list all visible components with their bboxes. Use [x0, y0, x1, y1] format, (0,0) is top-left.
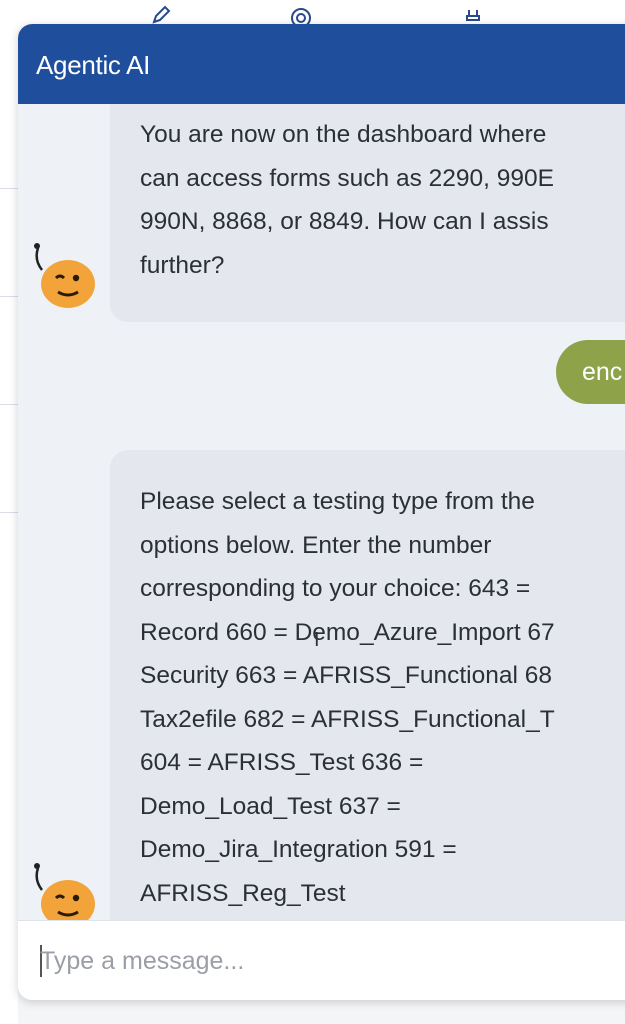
divider — [0, 188, 18, 189]
chat-window: Agentic AI You are now on the dashboard … — [18, 24, 625, 1000]
bot-message: You are now on the dashboard where can a… — [110, 104, 625, 322]
bot-avatar-icon — [34, 243, 95, 308]
divider — [0, 404, 18, 405]
message-input[interactable] — [40, 941, 620, 981]
pen-icon[interactable] — [150, 4, 172, 26]
divider — [0, 512, 18, 513]
background-sidebar — [0, 30, 18, 1024]
chat-title: Agentic AI — [36, 50, 151, 80]
divider — [0, 296, 18, 297]
message-composer — [18, 920, 625, 1000]
app-page: Agentic AI You are now on the dashboard … — [0, 0, 625, 1024]
plug-icon[interactable] — [462, 4, 484, 26]
target-icon[interactable] — [290, 4, 312, 26]
bot-message: Please select a testing type from the op… — [110, 450, 625, 920]
user-message: enc — [556, 340, 625, 404]
bot-avatar-icon — [34, 863, 95, 920]
chat-header: Agentic AI — [18, 24, 625, 104]
text-cursor-icon: I — [314, 629, 320, 651]
message-list[interactable]: You are now on the dashboard where can a… — [18, 104, 625, 920]
